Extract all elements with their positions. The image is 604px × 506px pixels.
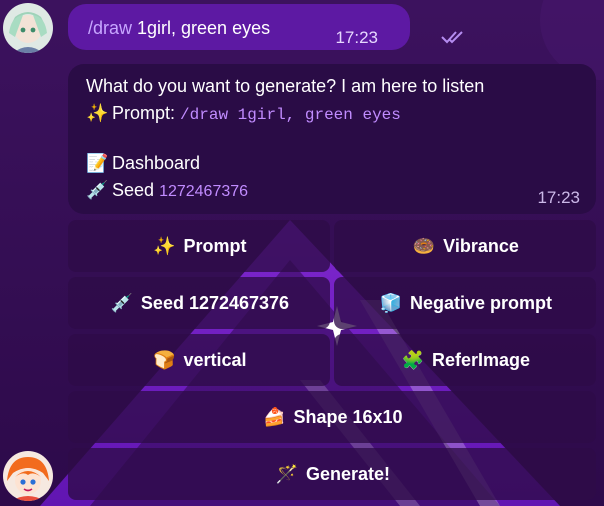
user-avatar[interactable] xyxy=(3,3,53,53)
prompt-label: Prompt: xyxy=(112,103,176,123)
seed-line: 💉 Seed 1272467376 xyxy=(86,180,248,201)
vibrance-button[interactable]: 🍩 Vibrance xyxy=(334,220,596,272)
dashboard-line: 📝 Dashboard xyxy=(86,153,200,174)
magic-wand-icon: 🪄 xyxy=(275,463,299,484)
prompt-value[interactable]: /draw 1girl, green eyes xyxy=(180,106,401,124)
shape-button[interactable]: 🍰 Shape 16x10 xyxy=(68,391,596,443)
orientation-button[interactable]: 🍞 vertical xyxy=(68,334,330,386)
memo-icon: 📝 xyxy=(86,153,109,173)
prompt-button[interactable]: ✨ Prompt xyxy=(68,220,330,272)
bread-icon: 🍞 xyxy=(153,349,176,370)
message-time: 17:23 xyxy=(335,28,378,47)
seed-button[interactable]: 💉 Seed 1272467376 xyxy=(68,277,330,329)
question-text: What do you want to generate? I am here … xyxy=(86,76,485,96)
command-link[interactable]: /draw xyxy=(88,18,132,38)
donut-icon: 🍩 xyxy=(412,235,436,256)
sparkles-icon: ✨ xyxy=(153,235,176,256)
read-checkmarks-icon xyxy=(441,31,463,44)
puzzle-icon: 🧩 xyxy=(401,349,425,370)
outgoing-message[interactable]: /draw 1girl, green eyes 17:23 xyxy=(68,4,463,50)
bot-message: What do you want to generate? I am here … xyxy=(68,64,596,214)
message-text: /draw 1girl, green eyes xyxy=(88,18,271,38)
sparkles-icon: ✨ xyxy=(86,103,109,123)
refer-image-button[interactable]: 🧩 ReferImage xyxy=(334,334,596,386)
seed-value: 1272467376 xyxy=(159,183,249,200)
generate-button[interactable]: 🪄 Generate! xyxy=(68,448,596,500)
syringe-icon: 💉 xyxy=(110,292,134,313)
bot-avatar[interactable] xyxy=(3,451,53,501)
seed-label: Seed xyxy=(112,180,155,200)
syringe-icon: 💉 xyxy=(86,180,109,200)
cake-icon: 🍰 xyxy=(263,406,286,427)
message-time: 17:23 xyxy=(537,188,580,207)
dashboard-label: Dashboard xyxy=(112,153,201,173)
ice-cube-icon: 🧊 xyxy=(379,292,403,313)
prompt-line: ✨ Prompt: /draw 1girl, green eyes xyxy=(86,103,401,124)
negative-prompt-button[interactable]: 🧊 Negative prompt xyxy=(334,277,596,329)
